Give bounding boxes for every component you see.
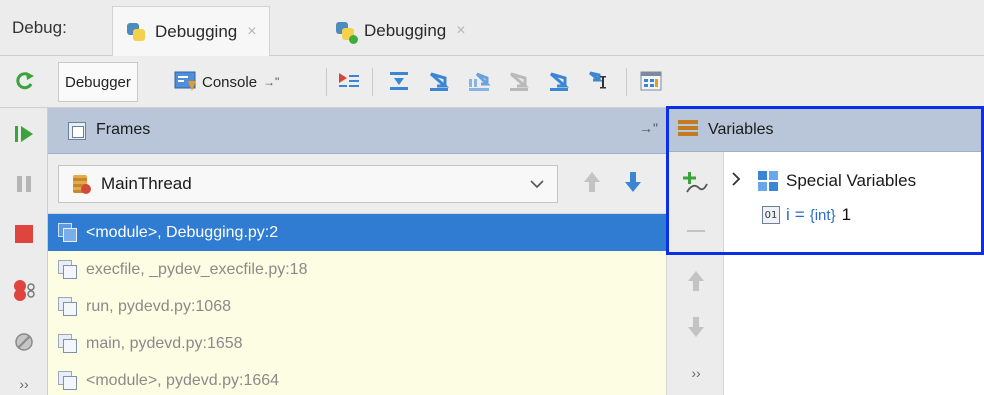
separator (326, 68, 327, 96)
remove-watch-icon (681, 216, 711, 246)
view-breakpoints-icon[interactable] (10, 276, 38, 304)
frame-item[interactable]: execfile, _pydev_execfile.py:18 (48, 251, 666, 288)
frames-title: Frames (96, 121, 151, 138)
variable-value: 1 (841, 205, 852, 224)
variable-row[interactable]: 01 i = {int} 1 (762, 200, 851, 230)
rerun-icon[interactable] (10, 66, 40, 96)
run-to-cursor-icon[interactable] (584, 66, 614, 96)
close-icon[interactable]: × (247, 23, 256, 41)
frames-panel: Frames →" MainThread <module>, Debugging… (48, 108, 666, 395)
variable-name: i (786, 205, 790, 224)
frame-icon (58, 333, 78, 354)
frame-item[interactable]: <module>, Debugging.py:2 (48, 214, 666, 251)
move-up-icon (681, 266, 711, 296)
variable-type: {int} (809, 206, 836, 224)
separator (372, 68, 373, 96)
variables-header: Variables (666, 108, 984, 152)
more-icon[interactable]: ›› (10, 370, 38, 395)
previous-frame-icon (582, 170, 602, 200)
debug-label: Debug: (12, 18, 67, 37)
special-variables-label: Special Variables (786, 171, 917, 190)
mute-breakpoints-icon[interactable] (10, 328, 38, 356)
variables-panel: Special Variables 01 i = {int} 1 (724, 152, 984, 395)
force-step-into-icon (504, 66, 534, 96)
debug-toolbar: Debugger Console →" (0, 56, 984, 108)
next-frame-icon[interactable] (623, 170, 643, 200)
step-into-icon[interactable] (424, 66, 454, 96)
frame-label: run, pydevd.py:1068 (86, 297, 231, 315)
evaluate-expression-icon[interactable] (636, 66, 666, 96)
python-icon (125, 21, 147, 43)
left-debug-toolbar: ›› (0, 108, 48, 395)
more-icon[interactable]: ›› (681, 358, 711, 388)
frame-icon (58, 222, 78, 243)
move-down-icon (681, 312, 711, 342)
tab-debugging-1[interactable]: Debugging × (112, 6, 270, 56)
show-execution-point-icon[interactable] (334, 66, 364, 96)
pin-icon[interactable]: →" (263, 75, 279, 89)
frame-icon (58, 259, 78, 280)
frame-item[interactable]: <module>, pydevd.py:1664 (48, 362, 666, 395)
variables-title: Variables (708, 121, 774, 138)
special-variables-icon (758, 171, 778, 191)
pause-icon (10, 170, 38, 198)
frames-header: Frames →" (48, 108, 666, 154)
frame-label: <module>, pydevd.py:1664 (86, 371, 280, 389)
frames-icon (68, 122, 86, 140)
tab-console[interactable]: Console →" (174, 62, 279, 102)
thread-select[interactable]: MainThread (58, 165, 558, 203)
variable-equals: = (794, 205, 805, 224)
console-icon (174, 71, 196, 91)
frame-label: main, pydevd.py:1658 (86, 334, 243, 352)
close-icon[interactable]: × (456, 22, 465, 40)
console-label: Console (202, 73, 258, 91)
tab-debugger[interactable]: Debugger (58, 62, 138, 102)
step-over-icon[interactable] (384, 66, 414, 96)
pin-icon[interactable]: →" (639, 120, 658, 136)
resume-icon[interactable] (10, 120, 38, 148)
frame-item[interactable]: run, pydevd.py:1068 (48, 288, 666, 325)
variables-icon (678, 120, 698, 138)
frame-item[interactable]: main, pydevd.py:1658 (48, 325, 666, 362)
python-running-icon (334, 20, 358, 44)
tab-label: Debugging (155, 21, 238, 41)
frame-icon (58, 296, 78, 317)
step-out-icon[interactable] (544, 66, 574, 96)
frame-label: execfile, _pydev_execfile.py:18 (86, 260, 308, 278)
number-variable-icon: 01 (762, 206, 780, 224)
tab-label: Debugging (364, 21, 447, 40)
separator (626, 68, 627, 96)
debug-tab-bar: Debug: Debugging × Debugging × (0, 0, 984, 56)
step-into-my-code-icon[interactable] (464, 66, 494, 96)
special-variables-node[interactable]: Special Variables (724, 166, 916, 196)
expand-arrow-icon[interactable] (724, 171, 748, 192)
stop-icon[interactable] (10, 220, 38, 248)
frame-label: <module>, Debugging.py:2 (86, 223, 279, 241)
chevron-down-icon (529, 172, 545, 201)
frame-icon (58, 370, 78, 391)
variables-toolbar: ›› (666, 152, 724, 395)
frame-list: <module>, Debugging.py:2 execfile, _pyde… (48, 214, 666, 395)
thread-name: MainThread (101, 174, 192, 193)
thread-row: MainThread (48, 154, 666, 214)
tab-debugging-2[interactable]: Debugging × (322, 6, 478, 56)
thread-icon (71, 174, 91, 194)
new-watch-icon[interactable] (681, 168, 711, 198)
